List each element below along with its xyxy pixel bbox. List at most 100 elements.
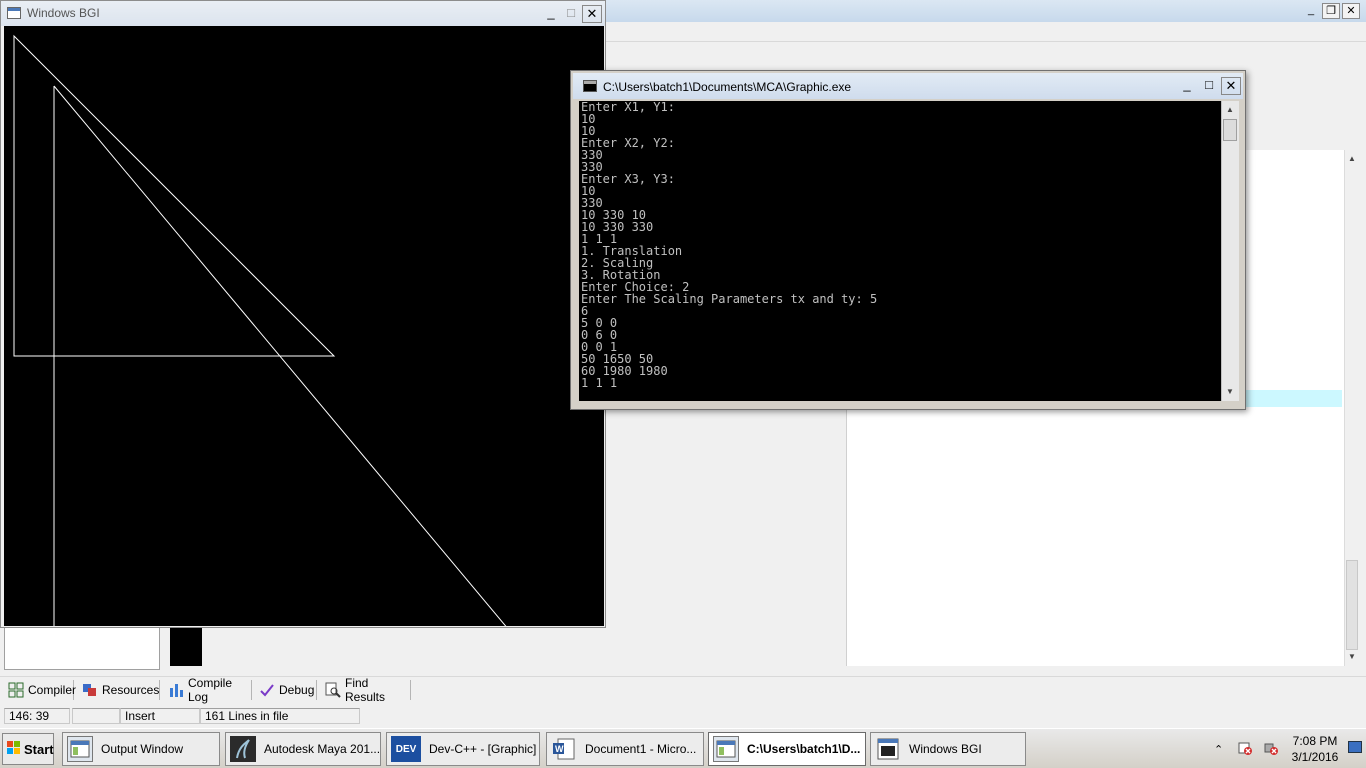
taskbar-label: Output Window [101, 742, 184, 756]
clock[interactable]: 7:08 PM 3/1/2016 [1282, 733, 1348, 765]
taskbar-item-maya[interactable]: Autodesk Maya 201... [225, 732, 381, 766]
bgi-canvas [4, 26, 604, 637]
taskbar-label: Windows BGI [909, 742, 982, 756]
tab-label: Resources [102, 683, 160, 697]
project-panel[interactable] [4, 626, 160, 670]
bgi-title: Windows BGI [27, 6, 100, 20]
console-minimize-button[interactable]: _ [1177, 77, 1197, 95]
line-count: 161 Lines in file [200, 708, 360, 724]
console-icon [713, 736, 739, 762]
clock-time: 7:08 PM [1292, 734, 1338, 748]
window-icon [7, 7, 21, 19]
start-label: Start [24, 741, 54, 757]
bgi-window: Windows BGI _ □ ✕ [0, 0, 606, 637]
tab-find-results[interactable]: Find Results [321, 676, 411, 704]
panel-splitter[interactable] [162, 626, 168, 670]
original-triangle [13, 34, 336, 357]
chart-icon [168, 682, 184, 698]
taskbar: Start Output Window Autodesk Maya 201...… [0, 728, 1366, 768]
console-line: 60 1980 1980 [581, 364, 668, 378]
scroll-down-icon[interactable]: ▼ [1223, 385, 1237, 399]
devcpp-minimize-button[interactable]: _ [1302, 3, 1320, 19]
taskbar-label: Dev-C++ - [Graphic] [429, 742, 537, 756]
editor-scroll-thumb[interactable] [1346, 560, 1358, 650]
console-line: _ [581, 388, 589, 401]
tab-compile-log[interactable]: Compile Log [164, 676, 252, 704]
taskbar-item-output-window[interactable]: Output Window [62, 732, 220, 766]
console-line: 10 [581, 112, 596, 126]
console-close-button[interactable]: ✕ [1221, 77, 1241, 95]
console-line: Enter The Scaling Parameters tx and ty: … [581, 292, 878, 306]
bgi-icon [875, 736, 901, 762]
grid-icon [8, 682, 24, 698]
console-titlebar[interactable]: C:\Users\batch1\Documents\MCA\Graphic.ex… [573, 73, 1243, 99]
console-window: C:\Users\batch1\Documents\MCA\Graphic.ex… [570, 70, 1246, 410]
output-preview [170, 628, 202, 666]
maya-icon [230, 736, 256, 762]
windows-logo-icon [7, 740, 21, 758]
status-blank [72, 708, 120, 724]
tab-label: Debug [279, 683, 315, 697]
taskbar-label: Document1 - Micro... [585, 742, 697, 756]
cursor-position: 146: 39 [4, 708, 70, 724]
console-line: 0 6 0 [581, 328, 618, 342]
scroll-down-icon[interactable]: ▼ [1345, 650, 1359, 664]
taskbar-label: Autodesk Maya 201... [264, 742, 381, 756]
devcpp-icon: DEV [391, 736, 421, 762]
insert-mode: Insert [120, 708, 200, 724]
devcpp-restore-button[interactable]: ❐ [1322, 3, 1340, 19]
bgi-titlebar[interactable]: Windows BGI _ □ ✕ [1, 1, 605, 26]
triangle-drawing [13, 34, 515, 637]
tab-resources[interactable]: Resources [78, 680, 160, 700]
bgi-maximize-button[interactable]: □ [561, 5, 581, 23]
check-icon [259, 682, 275, 698]
taskbar-item-word[interactable]: W Document1 - Micro... [546, 732, 704, 766]
taskbar-item-console[interactable]: C:\Users\batch1\D... [708, 732, 866, 766]
show-hidden-icons-icon[interactable]: ⌃ [1214, 743, 1223, 756]
tab-label: Compile Log [188, 676, 233, 704]
console-line: Enter X2, Y2: [581, 136, 675, 150]
show-desktop-icon[interactable] [1348, 741, 1362, 753]
find-icon [325, 682, 341, 698]
console-output[interactable]: Enter X1, Y1: 10 10 Enter X2, Y2: 330 330 Ente… [579, 101, 1221, 401]
word-icon: W [551, 736, 577, 762]
console-line: 6 [581, 304, 589, 318]
console-line: 1 1 1 [581, 376, 618, 390]
status-bar: 146: 39 Insert 161 Lines in file [0, 706, 1366, 726]
bottom-tabs: Compiler Resources Compile Log Debug Fin… [0, 676, 1366, 704]
bgi-minimize-button[interactable]: _ [541, 5, 561, 23]
console-text: Enter X1, Y1: 10 10 Enter X2, Y2: 330 330 Ente… [581, 101, 877, 401]
taskbar-label: C:\Users\batch1\D... [747, 742, 861, 756]
console-maximize-button[interactable]: □ [1199, 77, 1219, 95]
window-icon [67, 736, 93, 762]
devcpp-toolbar [606, 22, 1366, 42]
clock-date: 3/1/2016 [1291, 750, 1339, 764]
console-line: 5 0 0 [581, 316, 618, 330]
console-title: C:\Users\batch1\Documents\MCA\Graphic.ex… [603, 80, 852, 94]
network-icon[interactable] [1263, 740, 1279, 759]
bgi-close-button[interactable]: ✕ [582, 5, 602, 23]
console-line: 10 [581, 184, 596, 198]
tab-label: Compiler [28, 683, 77, 697]
resources-icon [82, 682, 98, 698]
current-line-highlight [1246, 390, 1342, 407]
console-line: 330 [581, 148, 603, 162]
start-button[interactable]: Start [2, 733, 54, 765]
svg-text:W: W [555, 744, 564, 754]
taskbar-item-devcpp[interactable]: DEV Dev-C++ - [Graphic] [386, 732, 540, 766]
console-scrollbar[interactable]: ▲ ▼ [1221, 101, 1239, 401]
tab-debug[interactable]: Debug [255, 680, 317, 700]
console-line: Enter X1, Y1: [581, 101, 675, 114]
console-line: 10 330 330 [581, 220, 654, 234]
action-center-icon[interactable] [1237, 740, 1253, 759]
tab-label: Find Results [345, 676, 386, 704]
scroll-up-icon[interactable]: ▲ [1345, 152, 1359, 166]
devcpp-close-button[interactable]: ✕ [1342, 3, 1360, 19]
console-icon [583, 80, 597, 92]
console-line: Enter X3, Y3: [581, 172, 675, 186]
taskbar-item-bgi[interactable]: Windows BGI [870, 732, 1026, 766]
tab-compiler[interactable]: Compiler [4, 680, 77, 700]
scroll-up-icon[interactable]: ▲ [1223, 103, 1237, 117]
console-scroll-thumb[interactable] [1223, 119, 1237, 141]
devcpp-titlebar: _ ❐ ✕ [606, 0, 1366, 22]
